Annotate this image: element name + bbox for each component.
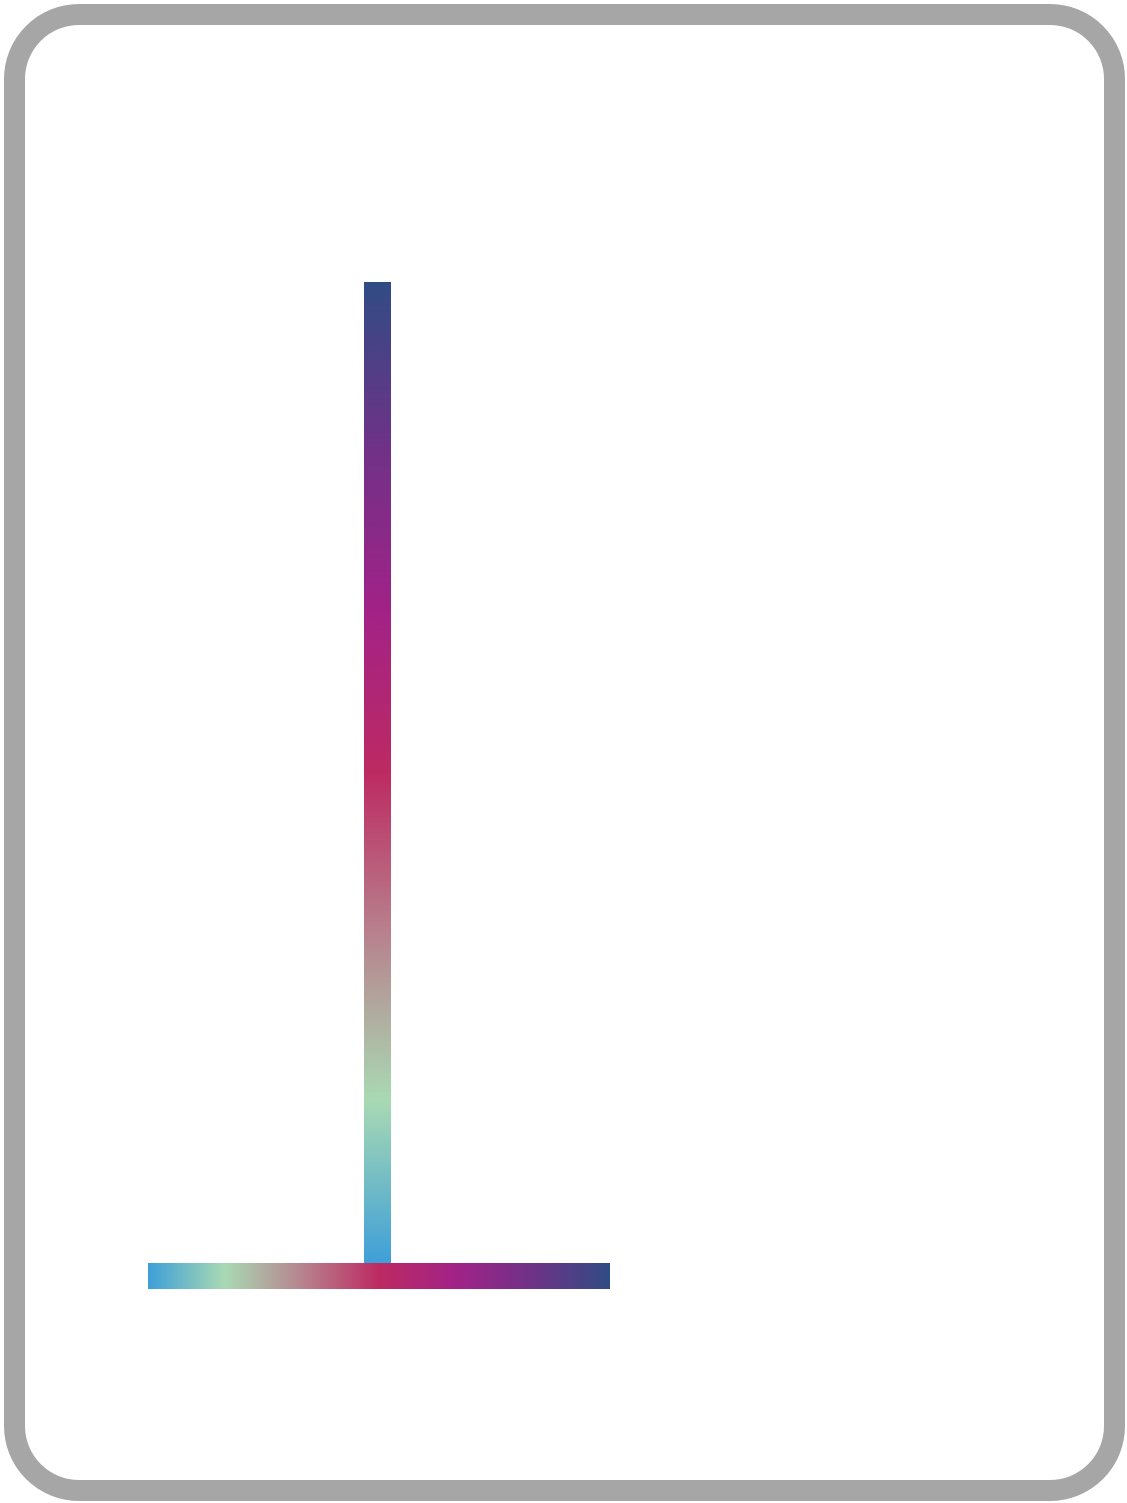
horizontal-gradient-bar [148,1263,610,1289]
vertical-gradient-bar [364,282,391,1264]
